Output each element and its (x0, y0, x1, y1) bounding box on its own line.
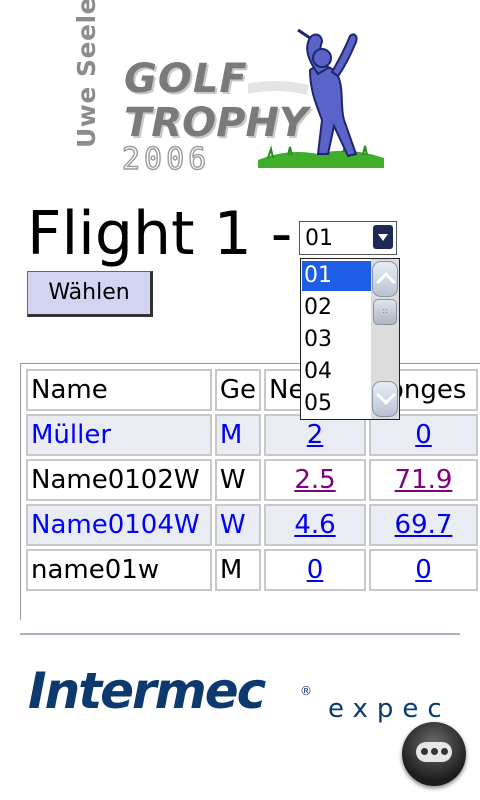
brand-tagline: expec (328, 694, 451, 724)
table-row: Name0102W W 2.5 71.9 (26, 459, 478, 501)
results-table: Name Ge Ne Longes Müller M 2 0 Name0102W… (20, 363, 480, 620)
longest-drive-link[interactable]: 0 (415, 555, 432, 585)
table-row: Name0104W W 4.6 69.7 (26, 504, 478, 546)
logo-vertical-text: Uwe Seeler (72, 0, 101, 148)
scroll-down-icon[interactable] (372, 381, 398, 417)
divider (20, 633, 460, 635)
menu-dots-icon[interactable] (402, 722, 466, 786)
flight-option[interactable]: 04 (302, 357, 372, 387)
player-name: name01w (26, 549, 212, 591)
flight-option[interactable]: 05 (302, 389, 372, 419)
player-name: Müller (26, 414, 212, 456)
player-name: Name0104W (26, 504, 212, 546)
flight-option[interactable]: 03 (302, 325, 372, 355)
table-row: name01w M 0 0 (26, 549, 478, 591)
list-scrollbar[interactable]: :: (371, 259, 399, 419)
scroll-thumb[interactable]: :: (373, 299, 397, 325)
logo-golf-text: GOLF (124, 56, 248, 102)
column-header-name: Name (26, 369, 212, 411)
player-gender: W (214, 459, 261, 501)
logo-year-text: 2006 (121, 141, 211, 177)
player-gender: W (214, 504, 261, 546)
flight-options-list[interactable]: 01 02 03 04 05 :: (300, 258, 400, 420)
net-score-link[interactable]: 2.5 (294, 465, 335, 495)
net-score-link[interactable]: 0 (307, 555, 324, 585)
table-header-row: Name Ge Ne Longes (26, 369, 478, 411)
flight-select[interactable]: 01 (299, 221, 397, 255)
player-name: Name0102W (26, 459, 212, 501)
brand-logo: Intermec (28, 662, 266, 720)
page-title: Flight 1 - (27, 199, 293, 269)
chevron-down-icon[interactable] (373, 225, 393, 249)
player-gender: M (214, 414, 261, 456)
longest-drive-link[interactable]: 71.9 (395, 465, 453, 495)
net-score-link[interactable]: 2 (307, 420, 324, 450)
column-header-gender: Ge (214, 369, 261, 411)
golf-trophy-logo: Uwe Seeler GOLF TROPHY 2006 (72, 0, 388, 178)
golfer-icon (248, 28, 384, 168)
net-score-link[interactable]: 4.6 (294, 510, 335, 540)
scroll-up-icon[interactable] (372, 261, 398, 297)
flight-option[interactable]: 01 (302, 261, 372, 291)
table-row: Müller M 2 0 (26, 414, 478, 456)
longest-drive-link[interactable]: 0 (415, 420, 432, 450)
flight-select-value: 01 (305, 226, 333, 251)
longest-drive-link[interactable]: 69.7 (395, 510, 453, 540)
flight-option[interactable]: 02 (302, 293, 372, 323)
registered-mark: ® (300, 684, 312, 698)
player-gender: M (214, 549, 261, 591)
choose-button[interactable]: Wählen (27, 271, 153, 317)
